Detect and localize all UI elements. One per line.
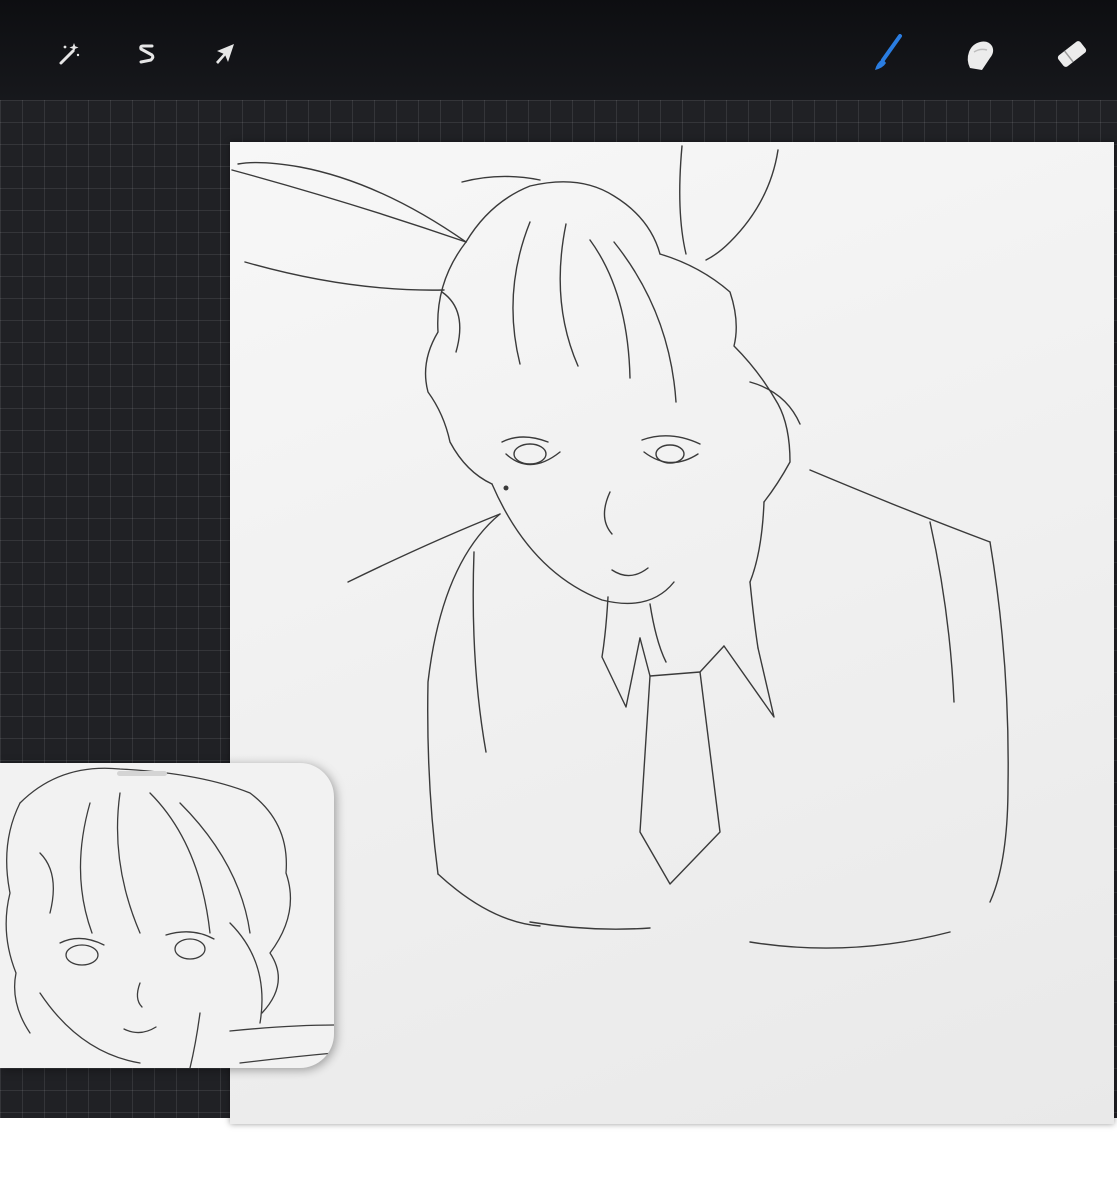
magic-wand-icon — [59, 43, 80, 65]
reference-window[interactable] — [0, 763, 334, 1068]
eraser-button[interactable] — [1052, 34, 1092, 74]
selection-s-icon — [139, 44, 155, 64]
brush-button[interactable] — [866, 34, 906, 74]
arrow-cursor-icon — [216, 44, 234, 64]
top-toolbar — [0, 0, 1117, 100]
reference-window-drag-handle[interactable] — [117, 771, 167, 776]
lineart-sketch — [231, 145, 1009, 949]
drawing-canvas[interactable] — [230, 142, 1114, 1124]
smudge-button[interactable] — [960, 34, 1000, 74]
eraser-icon — [1057, 41, 1087, 67]
smudge-finger-icon — [967, 41, 994, 70]
adjustments-button[interactable] — [48, 34, 88, 74]
selection-button[interactable] — [127, 34, 167, 74]
transform-button[interactable] — [205, 34, 245, 74]
brush-icon — [875, 34, 902, 70]
reference-sketch — [5, 767, 334, 1068]
